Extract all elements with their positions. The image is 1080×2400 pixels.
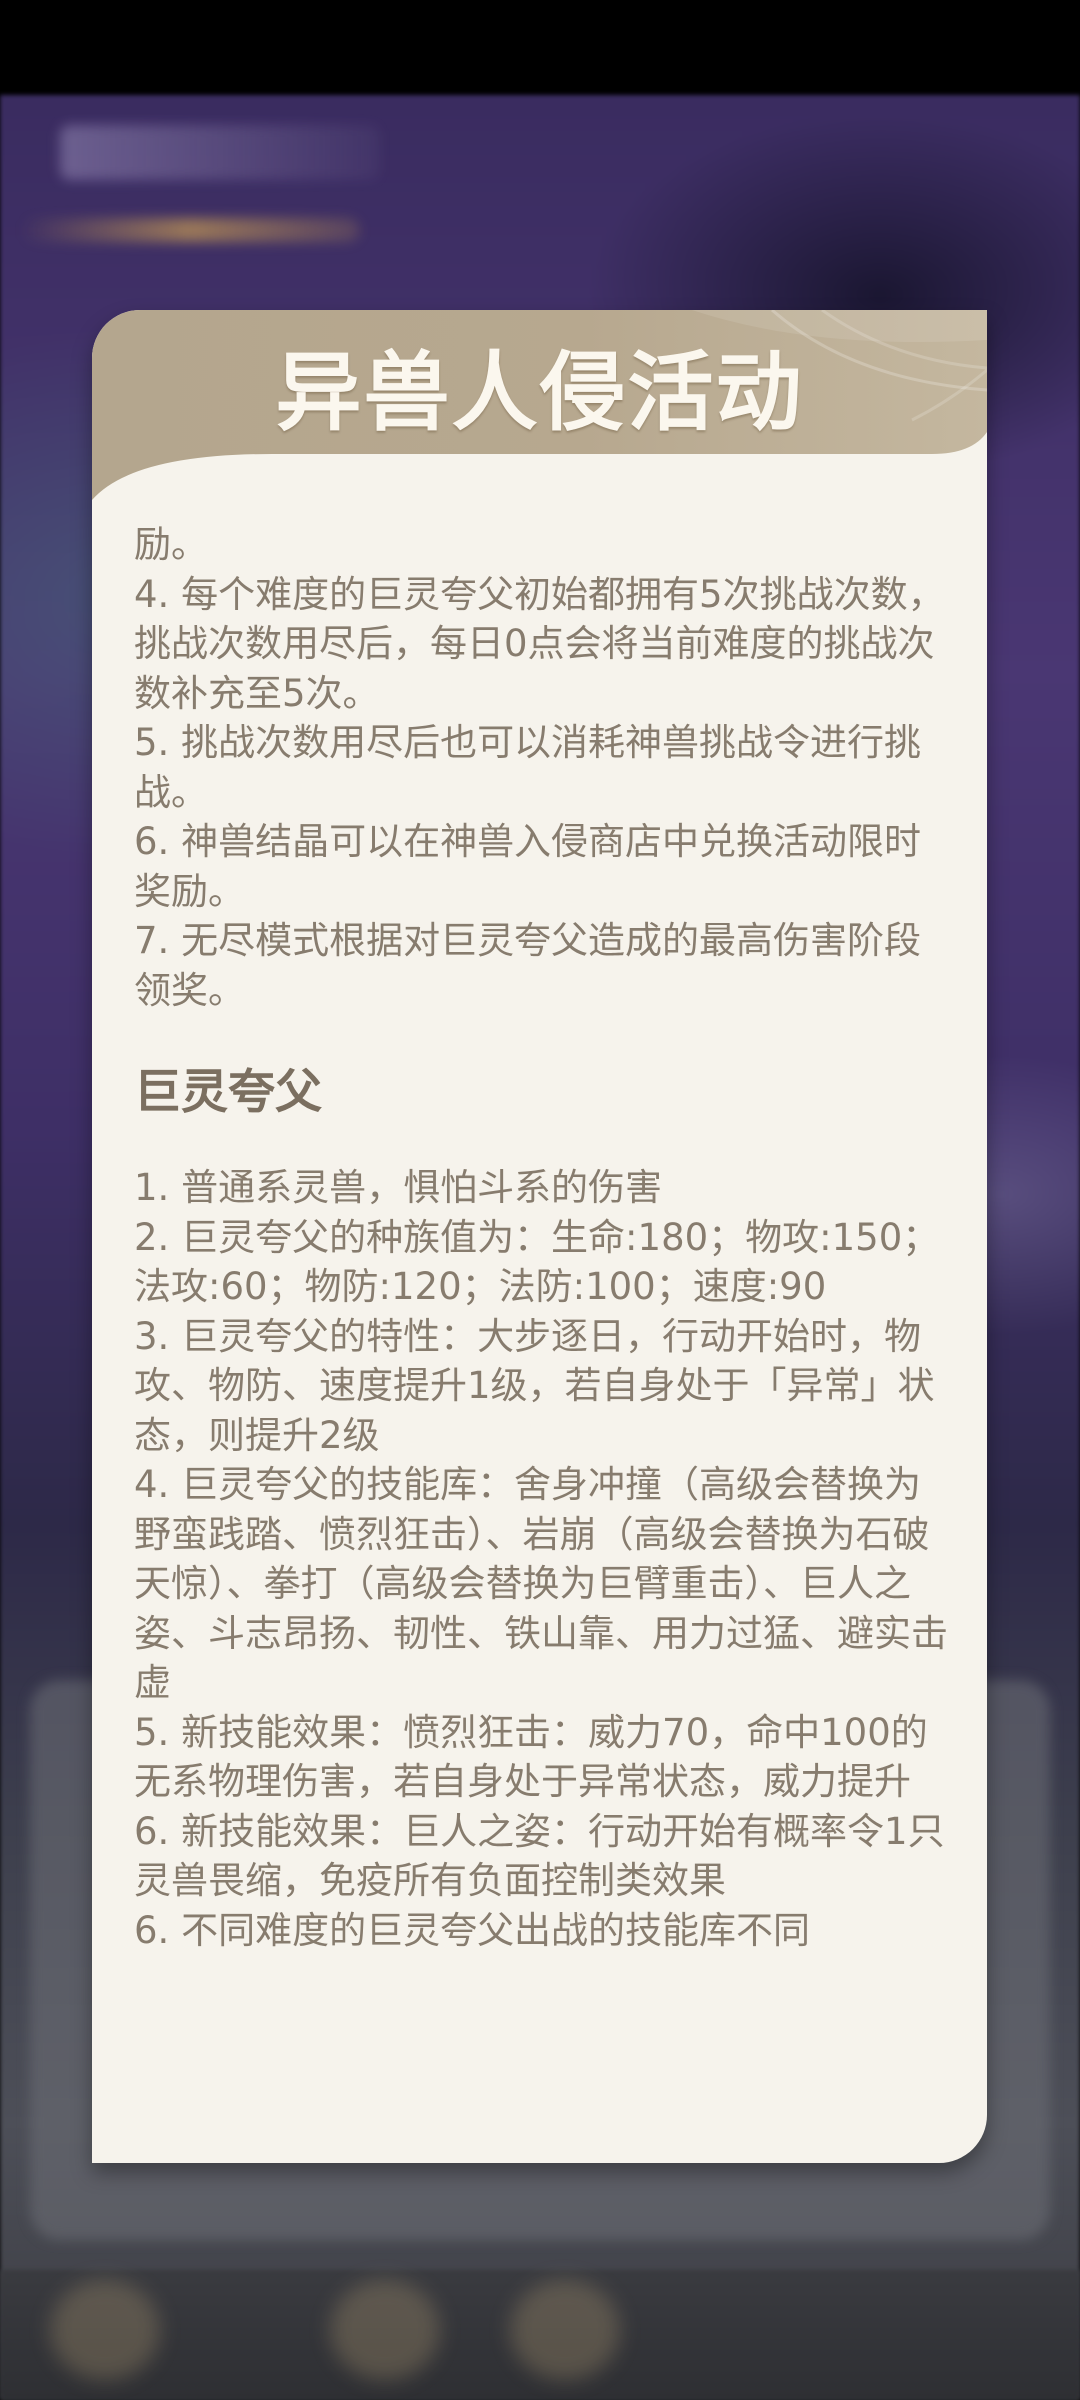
dialog-header: 异兽人侵活动 [92, 310, 987, 500]
boss-info-line: 5. 新技能效果：愤烈狂击：威力70，命中100的无系物理伤害，若自身处于异常状… [134, 1710, 928, 1804]
rule-line: 5. 挑战次数用尽后也可以消耗神兽挑战令进行挑战。 [134, 721, 922, 814]
boss-info-line: 6. 不同难度的巨灵夸父出战的技能库不同 [134, 1908, 811, 1952]
boss-info-line: 2. 巨灵夸父的种族值为：生命:180；物攻:150；法攻:60；物防:120；… [134, 1215, 940, 1309]
event-info-dialog: 异兽人侵活动 励。 4. 每个难度的巨灵夸父初始都拥有5次挑战次数，挑战次数用尽… [92, 310, 987, 2163]
status-bar [0, 0, 1080, 95]
rule-line: 6. 神兽结晶可以在神兽入侵商店中兑换活动限时奖励。 [134, 820, 922, 913]
rule-line: 励。 [134, 523, 208, 566]
background-title-banner [60, 125, 380, 180]
boss-info-line: 4. 巨灵夸父的技能库：舍身冲撞（高级会替换为野蛮践踏、愤烈狂击）、岩崩（高级会… [134, 1463, 948, 1704]
dialog-scroll-content[interactable]: 励。 4. 每个难度的巨灵夸父初始都拥有5次挑战次数，挑战次数用尽后，每日0点会… [134, 520, 954, 1955]
boss-info-line: 6. 新技能效果：巨人之姿：行动开始有概率令1只灵兽畏缩，免疫所有负面控制类效果 [134, 1809, 945, 1903]
rule-line: 4. 每个难度的巨灵夸父初始都拥有5次挑战次数，挑战次数用尽后，每日0点会将当前… [134, 572, 945, 715]
screen: 异兽人侵活动 励。 4. 每个难度的巨灵夸父初始都拥有5次挑战次数，挑战次数用尽… [0, 0, 1080, 2400]
dialog-title: 异兽人侵活动 [275, 343, 804, 443]
boss-info-line: 3. 巨灵夸父的特性：大步逐日，行动开始时，物攻、物防、速度提升1级，若自身处于… [134, 1314, 935, 1457]
section-title: 巨灵夸父 [134, 1065, 322, 1120]
background-nav-icon [50, 2280, 160, 2380]
background-nav-icon [510, 2280, 620, 2380]
background-progress-bar [20, 218, 360, 242]
background-nav-icon [330, 2280, 440, 2380]
rule-line: 7. 无尽模式根据对巨灵夸父造成的最高伤害阶段领奖。 [134, 919, 922, 1012]
boss-info-line: 1. 普通系灵兽，惧怕斗系的伤害 [134, 1166, 663, 1209]
